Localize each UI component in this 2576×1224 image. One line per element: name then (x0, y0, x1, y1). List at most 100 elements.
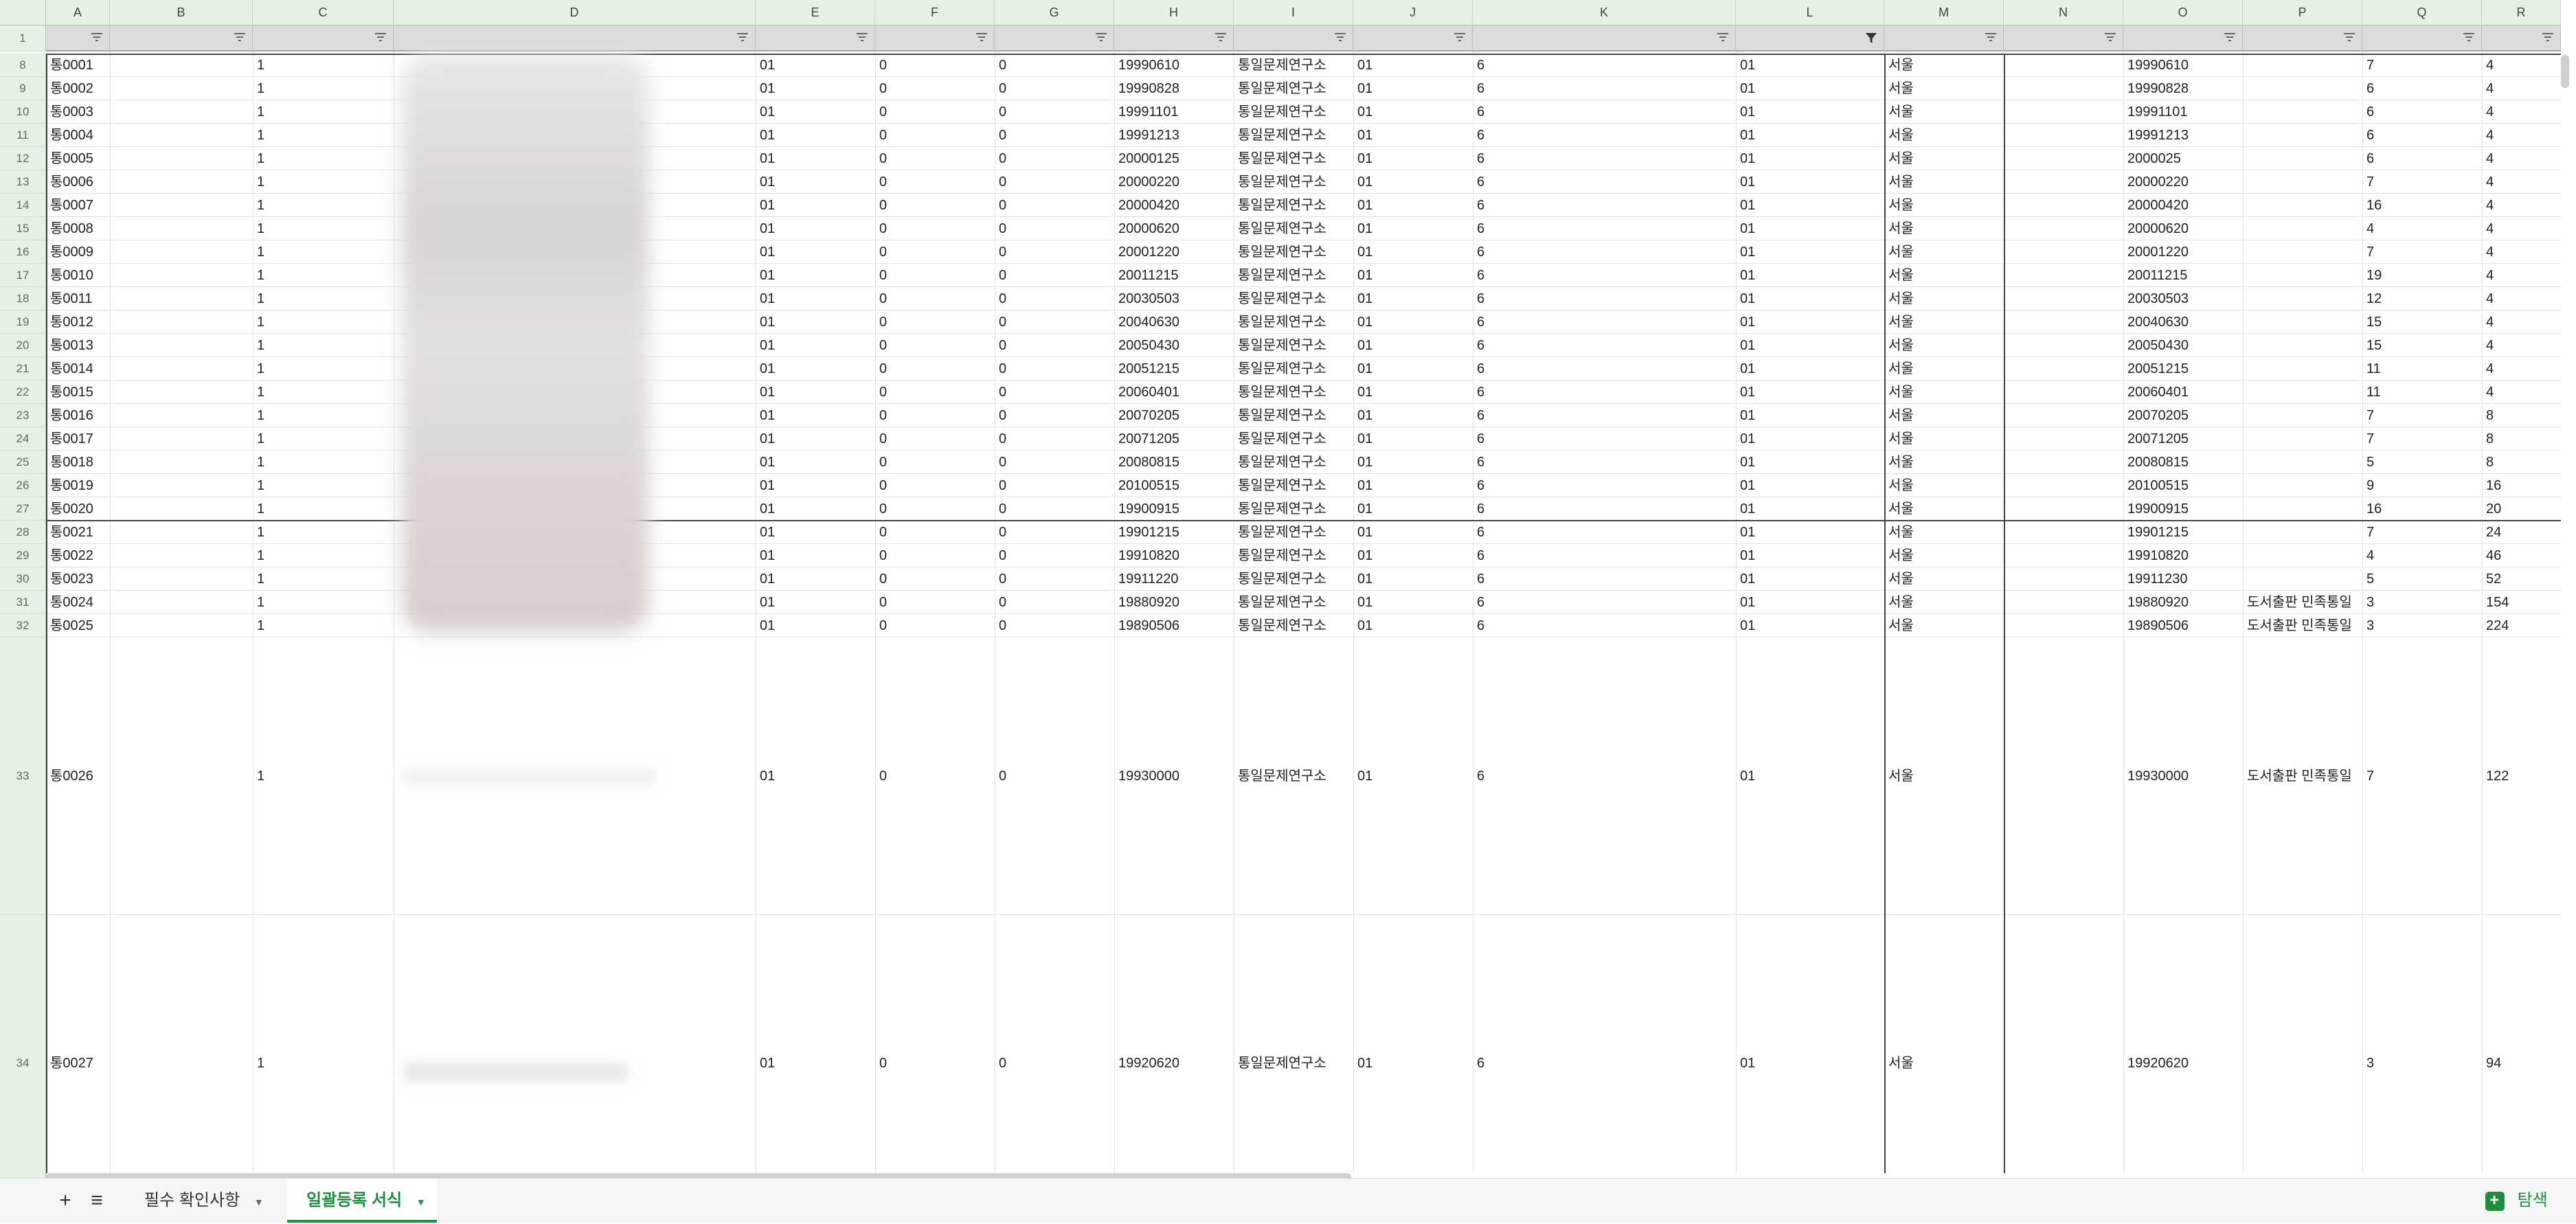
cell-G22[interactable]: 0 (995, 381, 1114, 404)
explore-button[interactable]: + 탐색 (2485, 1179, 2564, 1223)
cell-O28[interactable]: 19901215 (2123, 521, 2243, 544)
cell-O17[interactable]: 20011215 (2123, 264, 2243, 287)
cell-L9[interactable]: 01 (1736, 77, 1884, 100)
column-header-G[interactable]: G (995, 0, 1114, 25)
cell-R24[interactable]: 8 (2482, 427, 2561, 451)
cell-P28[interactable] (2243, 521, 2362, 544)
cell-K30[interactable]: 6 (1473, 567, 1736, 591)
cell-G28[interactable]: 0 (995, 521, 1114, 544)
row-header-1[interactable]: 1 (0, 25, 46, 52)
cell-F11[interactable]: 0 (875, 124, 995, 147)
add-sheet-button[interactable]: + (55, 1179, 76, 1223)
cell-R12[interactable]: 4 (2482, 147, 2561, 170)
cell-I28[interactable]: 통일문제연구소 (1234, 521, 1353, 544)
row-header-30[interactable]: 30 (0, 567, 46, 591)
cell-E16[interactable]: 01 (756, 240, 875, 264)
cell-C15[interactable]: 1 (253, 217, 394, 240)
cell-L19[interactable]: 01 (1736, 310, 1884, 334)
cell-M16[interactable]: 서울 (1884, 240, 2004, 264)
cell-E9[interactable]: 01 (756, 77, 875, 100)
cell-K13[interactable]: 6 (1473, 170, 1736, 194)
cell-A12[interactable]: 통0005 (46, 147, 110, 170)
cell-L34[interactable]: 01 (1736, 915, 1884, 1178)
cell-J27[interactable]: 01 (1353, 497, 1473, 521)
vertical-scrollbar[interactable] (2561, 55, 2569, 88)
cell-L24[interactable]: 01 (1736, 427, 1884, 451)
cell-P26[interactable] (2243, 474, 2362, 497)
cell-G10[interactable]: 0 (995, 100, 1114, 124)
cell-L22[interactable]: 01 (1736, 381, 1884, 404)
cell-H21[interactable]: 20051215 (1114, 357, 1234, 381)
cell-P22[interactable] (2243, 381, 2362, 404)
cell-E21[interactable]: 01 (756, 357, 875, 381)
cell-Q12[interactable]: 6 (2362, 147, 2482, 170)
cell-P13[interactable] (2243, 170, 2362, 194)
cell-Q18[interactable]: 12 (2362, 287, 2482, 310)
cell-F8[interactable]: 0 (875, 54, 995, 77)
cell-L12[interactable]: 01 (1736, 147, 1884, 170)
cell-A22[interactable]: 통0015 (46, 381, 110, 404)
cell-K18[interactable]: 6 (1473, 287, 1736, 310)
column-header-J[interactable]: J (1353, 0, 1473, 25)
cell-I16[interactable]: 통일문제연구소 (1234, 240, 1353, 264)
cell-F10[interactable]: 0 (875, 100, 995, 124)
cell-E30[interactable]: 01 (756, 567, 875, 591)
filter-icon[interactable] (1453, 31, 1467, 45)
cell-R16[interactable]: 4 (2482, 240, 2561, 264)
cell-H11[interactable]: 19991213 (1114, 124, 1234, 147)
cell-O11[interactable]: 19991213 (2123, 124, 2243, 147)
row-header-29[interactable]: 29 (0, 544, 46, 567)
cell-J34[interactable]: 01 (1353, 915, 1473, 1178)
cell-I18[interactable]: 통일문제연구소 (1234, 287, 1353, 310)
cell-K11[interactable]: 6 (1473, 124, 1736, 147)
cell-E20[interactable]: 01 (756, 334, 875, 357)
cell-R15[interactable]: 4 (2482, 217, 2561, 240)
cell-A32[interactable]: 통0025 (46, 614, 110, 637)
select-all-corner[interactable] (0, 0, 46, 25)
cell-K9[interactable]: 6 (1473, 77, 1736, 100)
cell-H28[interactable]: 19901215 (1114, 521, 1234, 544)
row-header-14[interactable]: 14 (0, 194, 46, 217)
cell-O24[interactable]: 20071205 (2123, 427, 2243, 451)
cell-H20[interactable]: 20050430 (1114, 334, 1234, 357)
cell-Q11[interactable]: 6 (2362, 124, 2482, 147)
cell-K20[interactable]: 6 (1473, 334, 1736, 357)
cell-E23[interactable]: 01 (756, 404, 875, 427)
cell-L29[interactable]: 01 (1736, 544, 1884, 567)
cell-H19[interactable]: 20040630 (1114, 310, 1234, 334)
cell-F30[interactable]: 0 (875, 567, 995, 591)
cell-F33[interactable]: 0 (875, 637, 995, 915)
row-header-32[interactable]: 32 (0, 614, 46, 637)
filter-icon[interactable] (2462, 31, 2476, 45)
cell-H13[interactable]: 20000220 (1114, 170, 1234, 194)
cell-Q29[interactable]: 4 (2362, 544, 2482, 567)
filter-icon[interactable] (2223, 31, 2237, 45)
cell-C17[interactable]: 1 (253, 264, 394, 287)
cell-J8[interactable]: 01 (1353, 54, 1473, 77)
cell-Q17[interactable]: 19 (2362, 264, 2482, 287)
cell-I33[interactable]: 통일문제연구소 (1234, 637, 1353, 915)
cell-E26[interactable]: 01 (756, 474, 875, 497)
cell-Q31[interactable]: 3 (2362, 591, 2482, 614)
horizontal-scrollbar[interactable] (46, 1173, 1351, 1178)
column-header-R[interactable]: R (2482, 0, 2561, 25)
cell-R33[interactable]: 122 (2482, 637, 2561, 915)
cell-K14[interactable]: 6 (1473, 194, 1736, 217)
cell-H8[interactable]: 19990610 (1114, 54, 1234, 77)
column-header-L[interactable]: L (1736, 0, 1884, 25)
cell-F16[interactable]: 0 (875, 240, 995, 264)
cell-K24[interactable]: 6 (1473, 427, 1736, 451)
cell-I11[interactable]: 통일문제연구소 (1234, 124, 1353, 147)
cell-R20[interactable]: 4 (2482, 334, 2561, 357)
cell-C34[interactable]: 1 (253, 915, 394, 1178)
filter-icon[interactable] (736, 31, 749, 45)
cell-O30[interactable]: 19911230 (2123, 567, 2243, 591)
filter-icon[interactable] (1333, 31, 1347, 45)
cell-H12[interactable]: 20000125 (1114, 147, 1234, 170)
cell-O20[interactable]: 20050430 (2123, 334, 2243, 357)
cell-P15[interactable] (2243, 217, 2362, 240)
cell-M17[interactable]: 서울 (1884, 264, 2004, 287)
filter-icon[interactable] (233, 31, 247, 45)
cell-E25[interactable]: 01 (756, 451, 875, 474)
cell-C28[interactable]: 1 (253, 521, 394, 544)
